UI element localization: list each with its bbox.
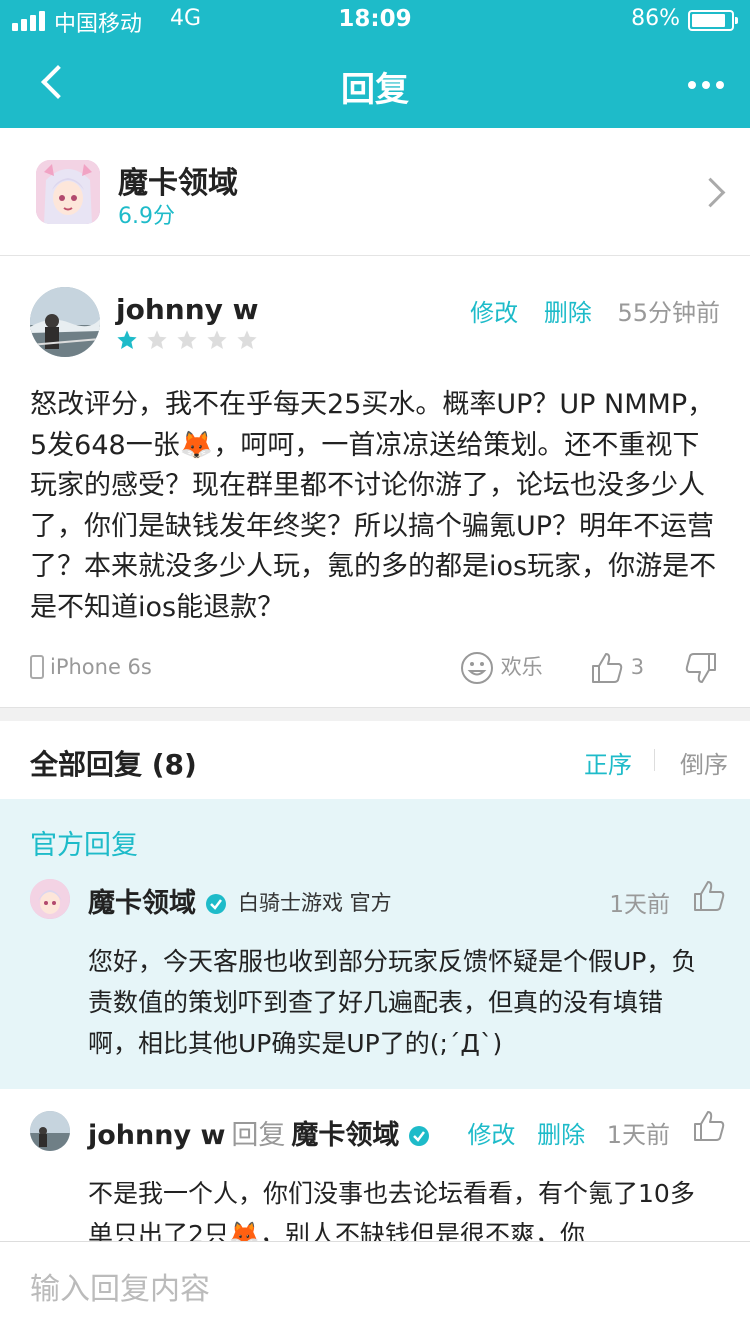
dislike-button[interactable] xyxy=(684,651,718,685)
reply-text-part: ，别人不缺钱但是很不爽，你 xyxy=(260,1220,586,1241)
game-name: 魔卡领域 xyxy=(118,166,238,201)
game-icon xyxy=(36,160,100,224)
reply-time: 1天前 xyxy=(606,1121,670,1149)
review-time: 55分钟前 xyxy=(617,299,720,327)
fun-label: 欢乐 xyxy=(500,655,543,679)
official-reply-text: 您好，今天客服也收到部分玩家反馈怀疑是个假UP，负责数值的策划吓到查了好几遍配表… xyxy=(88,947,697,1058)
user-reply-text: 不是我一个人，你们没事也去论坛看看，有个氪了10多单只出了2只🦊，别人不缺钱但是… xyxy=(88,1173,718,1241)
reply-input-bar xyxy=(0,1241,750,1334)
phone-icon xyxy=(30,655,44,679)
replies-header: 全部回复 (8) 正序 倒序 xyxy=(0,721,750,799)
reply-word: 回复 xyxy=(231,1120,286,1151)
reply-input[interactable] xyxy=(30,1266,720,1312)
thumbs-up-icon xyxy=(694,1111,725,1141)
device-label: iPhone 6s xyxy=(30,655,152,679)
star-empty-icon xyxy=(147,330,167,349)
game-score: 6.9分 xyxy=(118,204,175,229)
like-button[interactable] xyxy=(692,879,726,917)
replies-title: 全部回复 (8) xyxy=(30,748,197,781)
delete-button[interactable]: 删除 xyxy=(537,1121,585,1149)
user-reply: johnny w 回复 魔卡领域 修改 删除 1天前 不是我一个人，你们没事也去论坛… xyxy=(0,1089,750,1241)
avatar[interactable] xyxy=(30,879,70,919)
official-reply-label: 官方回复 xyxy=(30,830,138,861)
review-actions: 修改 删除 55分钟前 xyxy=(452,293,720,328)
edit-button[interactable]: 修改 xyxy=(467,1121,515,1149)
rating-stars xyxy=(116,329,266,353)
like-count: 3 xyxy=(630,655,645,679)
sort-divider xyxy=(654,749,655,771)
reply-target[interactable]: 魔卡领域 xyxy=(291,1120,399,1151)
review-username[interactable]: johnny w xyxy=(116,293,259,326)
official-name: 魔卡领域 xyxy=(88,881,227,920)
star-empty-icon xyxy=(207,330,227,349)
official-subtitle: 白骑士游戏 官方 xyxy=(238,891,392,915)
more-icon[interactable] xyxy=(684,64,728,104)
review-card: johnny w 修改 删除 55分钟前 怒改评分，我不在乎每天25买水。概率U… xyxy=(0,257,750,707)
status-bar: 中国移动 4G 18:09 86% xyxy=(0,0,750,40)
like-button[interactable]: 3 xyxy=(590,651,644,685)
official-name-text: 魔卡领域 xyxy=(88,888,196,919)
chevron-right-icon xyxy=(700,176,722,208)
delete-button[interactable]: 删除 xyxy=(544,299,592,327)
like-button[interactable] xyxy=(692,1109,726,1147)
thumbs-down-icon xyxy=(685,653,716,683)
fun-button[interactable]: 欢乐 xyxy=(460,651,543,685)
avatar[interactable] xyxy=(30,1111,70,1151)
star-filled-icon xyxy=(117,330,137,349)
star-empty-icon xyxy=(177,330,197,349)
star-empty-icon xyxy=(237,330,257,349)
reply-username[interactable]: johnny w xyxy=(88,1120,225,1151)
thumbs-up-icon xyxy=(592,653,623,683)
battery-percent: 86% xyxy=(631,6,680,31)
edit-button[interactable]: 修改 xyxy=(470,299,518,327)
official-time: 1天前 xyxy=(609,892,670,918)
battery-icon xyxy=(688,10,738,31)
device-name: iPhone 6s xyxy=(50,655,152,679)
reply-meta: johnny w 回复 魔卡领域 xyxy=(88,1113,430,1152)
section-divider xyxy=(0,707,750,721)
verified-icon xyxy=(206,894,227,914)
sort-desc-button[interactable]: 倒序 xyxy=(680,745,728,780)
avatar[interactable] xyxy=(30,287,100,357)
review-text: 怒改评分，我不在乎每天25买水。概率UP？UP NMMP，5发648一张🦊，呵呵… xyxy=(30,385,720,628)
verified-icon xyxy=(409,1126,430,1146)
fox-emoji: 🦊 xyxy=(179,429,214,461)
sort-asc-button[interactable]: 正序 xyxy=(584,745,632,780)
official-reply: 官方回复 魔卡领域 白骑士游戏 官方 1天前 您好，今天客服也收到部分玩家反馈怀… xyxy=(0,799,750,1089)
thumbs-up-icon xyxy=(694,881,725,911)
smiley-icon xyxy=(461,652,493,684)
reply-actions: 修改 删除 1天前 xyxy=(453,1115,670,1150)
game-card[interactable]: 魔卡领域 6.9分 xyxy=(0,128,750,256)
page-title: 回复 xyxy=(341,70,409,110)
fox-emoji: 🦊 xyxy=(228,1220,261,1241)
battery-fill xyxy=(692,14,725,27)
top-bar: 中国移动 4G 18:09 86% 回复 xyxy=(0,0,750,128)
